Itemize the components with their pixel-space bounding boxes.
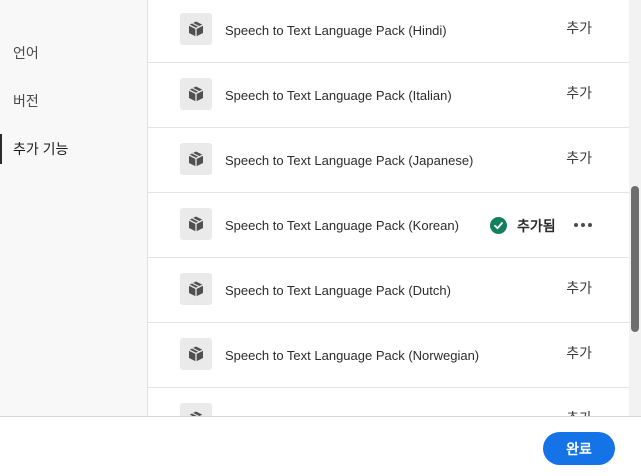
package-row: 추가 [148,388,629,416]
sidebar-item-version[interactable]: 버전 [0,84,147,118]
footer: 완료 [0,416,641,476]
package-box-icon [180,403,212,416]
more-options-icon[interactable] [572,217,594,233]
package-list-panel: Speech to Text Language Pack (Hindi) 추가 … [148,0,641,416]
added-label: 추가됨 [517,217,556,234]
package-box-icon [180,78,212,110]
sidebar: 언어 버전 추가 기능 [0,0,148,416]
sidebar-item-language[interactable]: 언어 [0,36,147,70]
package-box-icon [180,208,212,240]
package-name: Speech to Text Language Pack (Hindi) [225,23,447,38]
package-list: Speech to Text Language Pack (Hindi) 추가 … [148,0,629,416]
package-name: Speech to Text Language Pack (Italian) [225,88,452,103]
add-button[interactable]: 추가 [566,323,592,383]
package-box-icon [180,338,212,370]
package-row: Speech to Text Language Pack (Korean) 추가… [148,193,629,258]
package-box-icon [180,13,212,45]
package-name: Speech to Text Language Pack (Japanese) [225,153,474,168]
add-button[interactable]: 추가 [566,128,592,188]
add-button[interactable]: 추가 [566,388,592,416]
done-button[interactable]: 완료 [543,432,615,465]
scrollbar-thumb[interactable] [631,186,639,332]
package-name: Speech to Text Language Pack (Norwegian) [225,348,480,363]
package-row: Speech to Text Language Pack (Hindi) 추가 [148,0,629,63]
added-status: 추가됨 [490,193,556,258]
package-row: Speech to Text Language Pack (Japanese) … [148,128,629,193]
package-name: Speech to Text Language Pack (Dutch) [225,283,451,298]
package-box-icon [180,143,212,175]
package-row: Speech to Text Language Pack (Norwegian)… [148,323,629,388]
add-button[interactable]: 추가 [566,0,592,58]
package-row: Speech to Text Language Pack (Dutch) 추가 [148,258,629,323]
package-row: Speech to Text Language Pack (Italian) 추… [148,63,629,128]
sidebar-item-add-ons[interactable]: 추가 기능 [0,132,147,166]
add-button[interactable]: 추가 [566,63,592,123]
package-name: Speech to Text Language Pack (Korean) [225,218,459,233]
checkmark-circle-icon [490,217,507,234]
add-button[interactable]: 추가 [566,258,592,318]
package-box-icon [180,273,212,305]
